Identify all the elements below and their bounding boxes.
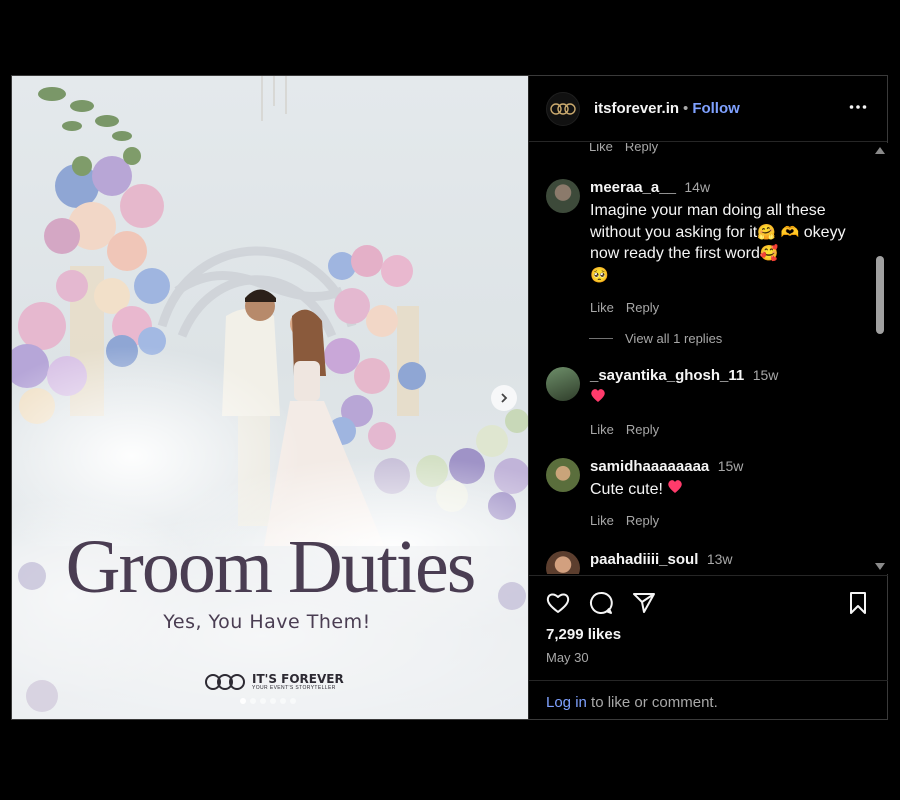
scrollbar-thumb[interactable] — [876, 256, 884, 334]
more-options-icon[interactable] — [849, 98, 867, 116]
avatar[interactable] — [546, 551, 580, 574]
red-heart-emoji-icon — [591, 389, 605, 402]
comment-username[interactable]: meeraa_a__ — [590, 179, 676, 196]
account-avatar[interactable] — [546, 91, 580, 126]
post-actions-bar: 7,299 likes May 30 Log in to like or com… — [529, 575, 888, 719]
post-image[interactable]: Groom Duties Yes, You Have Them! IT'S FO… — [12, 76, 528, 719]
reply-button[interactable]: Reply — [626, 513, 659, 528]
carousel-dot — [240, 698, 246, 704]
comment-emoji: 🥺 — [590, 265, 609, 284]
comment-item: paahadiiii_soul 13w — [546, 551, 850, 574]
avatar[interactable] — [546, 179, 580, 213]
comment-text — [590, 388, 850, 410]
comment-icon[interactable] — [588, 590, 614, 616]
comment-actions: Like Reply — [589, 143, 658, 154]
carousel-dot — [270, 698, 276, 704]
carousel-dot — [260, 698, 266, 704]
share-icon[interactable] — [631, 590, 657, 616]
login-prompt: Log in to like or comment. — [529, 680, 888, 711]
view-replies-label: View all 1 replies — [625, 331, 723, 346]
next-image-button[interactable] — [491, 385, 517, 411]
reply-button[interactable]: Reply — [626, 422, 659, 437]
brand-subtitle: YOUR EVENT'S STORYTELLER — [252, 684, 336, 691]
comment-timestamp[interactable]: 14w — [684, 179, 710, 195]
comments-scrollbar[interactable] — [872, 143, 888, 574]
action-icons-row — [545, 590, 875, 618]
post-tagline: Yes, You Have Them! — [163, 611, 371, 633]
like-comment-button[interactable]: Like — [590, 422, 614, 437]
like-comment-button[interactable]: Like — [589, 143, 613, 154]
post-sidebar: itsforever.in • Follow Like Reply meeraa… — [528, 76, 888, 719]
scroll-up-arrow[interactable] — [875, 147, 885, 154]
view-replies-button[interactable]: View all 1 replies — [589, 331, 722, 346]
comment-emoji: 🤗 🫶 — [757, 222, 800, 241]
account-username[interactable]: itsforever.in — [594, 100, 679, 117]
carousel-indicator — [240, 698, 296, 704]
carousel-dot — [290, 698, 296, 704]
comment-text: Cute cute! — [590, 479, 850, 501]
post-header: itsforever.in • Follow — [529, 76, 887, 142]
comment-timestamp[interactable]: 15w — [718, 458, 744, 474]
comment-actions: Like Reply — [590, 513, 850, 528]
comment-text: Imagine your man doing all these without… — [590, 200, 850, 286]
login-link[interactable]: Log in — [546, 694, 587, 711]
infinity-logo-icon — [205, 674, 245, 690]
carousel-dot — [280, 698, 286, 704]
avatar[interactable] — [546, 367, 580, 401]
comment-item: meeraa_a__ 14w Imagine your man doing al… — [546, 179, 850, 315]
follow-button[interactable]: Follow — [692, 100, 740, 117]
comment-item: _sayantika_ghosh_11 15w Like Reply — [546, 367, 850, 437]
brand-name: IT'S FOREVER — [252, 671, 344, 686]
comment-username[interactable]: samidhaaaaaaaa — [590, 458, 709, 475]
likes-count[interactable]: 7,299 likes — [546, 626, 621, 643]
post-headline: Groom Duties — [65, 525, 477, 609]
comment-username[interactable]: paahadiiii_soul — [590, 551, 698, 568]
scroll-down-arrow[interactable] — [875, 563, 885, 570]
carousel-dot — [250, 698, 256, 704]
post-date[interactable]: May 30 — [546, 650, 589, 665]
pink-heart-emoji-icon — [668, 480, 683, 493]
bookmark-icon[interactable] — [845, 590, 871, 616]
post-modal: Groom Duties Yes, You Have Them! IT'S FO… — [11, 75, 888, 720]
comment-timestamp[interactable]: 15w — [753, 367, 779, 383]
like-comment-button[interactable]: Like — [590, 300, 614, 315]
comments-list[interactable]: Like Reply meeraa_a__ 14w Imagine your m… — [529, 143, 872, 574]
heart-icon[interactable] — [545, 590, 571, 616]
separator-dot: • — [683, 100, 689, 117]
infinity-logo-icon — [550, 102, 576, 115]
brand-logo: IT'S FOREVER YOUR EVENT'S STORYTELLER — [204, 673, 344, 691]
like-comment-button[interactable]: Like — [590, 513, 614, 528]
comment-actions: Like Reply — [590, 300, 850, 315]
comment-emoji: 🥰 — [759, 244, 779, 262]
comment-actions: Like Reply — [590, 422, 850, 437]
comment-text-part: Cute cute! — [590, 481, 663, 498]
comment-username[interactable]: _sayantika_ghosh_11 — [590, 367, 744, 384]
login-prompt-text: to like or comment. — [586, 694, 718, 711]
comment-timestamp[interactable]: 13w — [707, 551, 733, 567]
avatar[interactable] — [546, 458, 580, 492]
chevron-right-icon — [501, 393, 508, 403]
reply-button[interactable]: Reply — [626, 300, 659, 315]
comment-item: samidhaaaaaaaa 15w Cute cute! Like Reply — [546, 458, 850, 528]
divider-line — [589, 338, 613, 339]
reply-button[interactable]: Reply — [625, 143, 658, 154]
